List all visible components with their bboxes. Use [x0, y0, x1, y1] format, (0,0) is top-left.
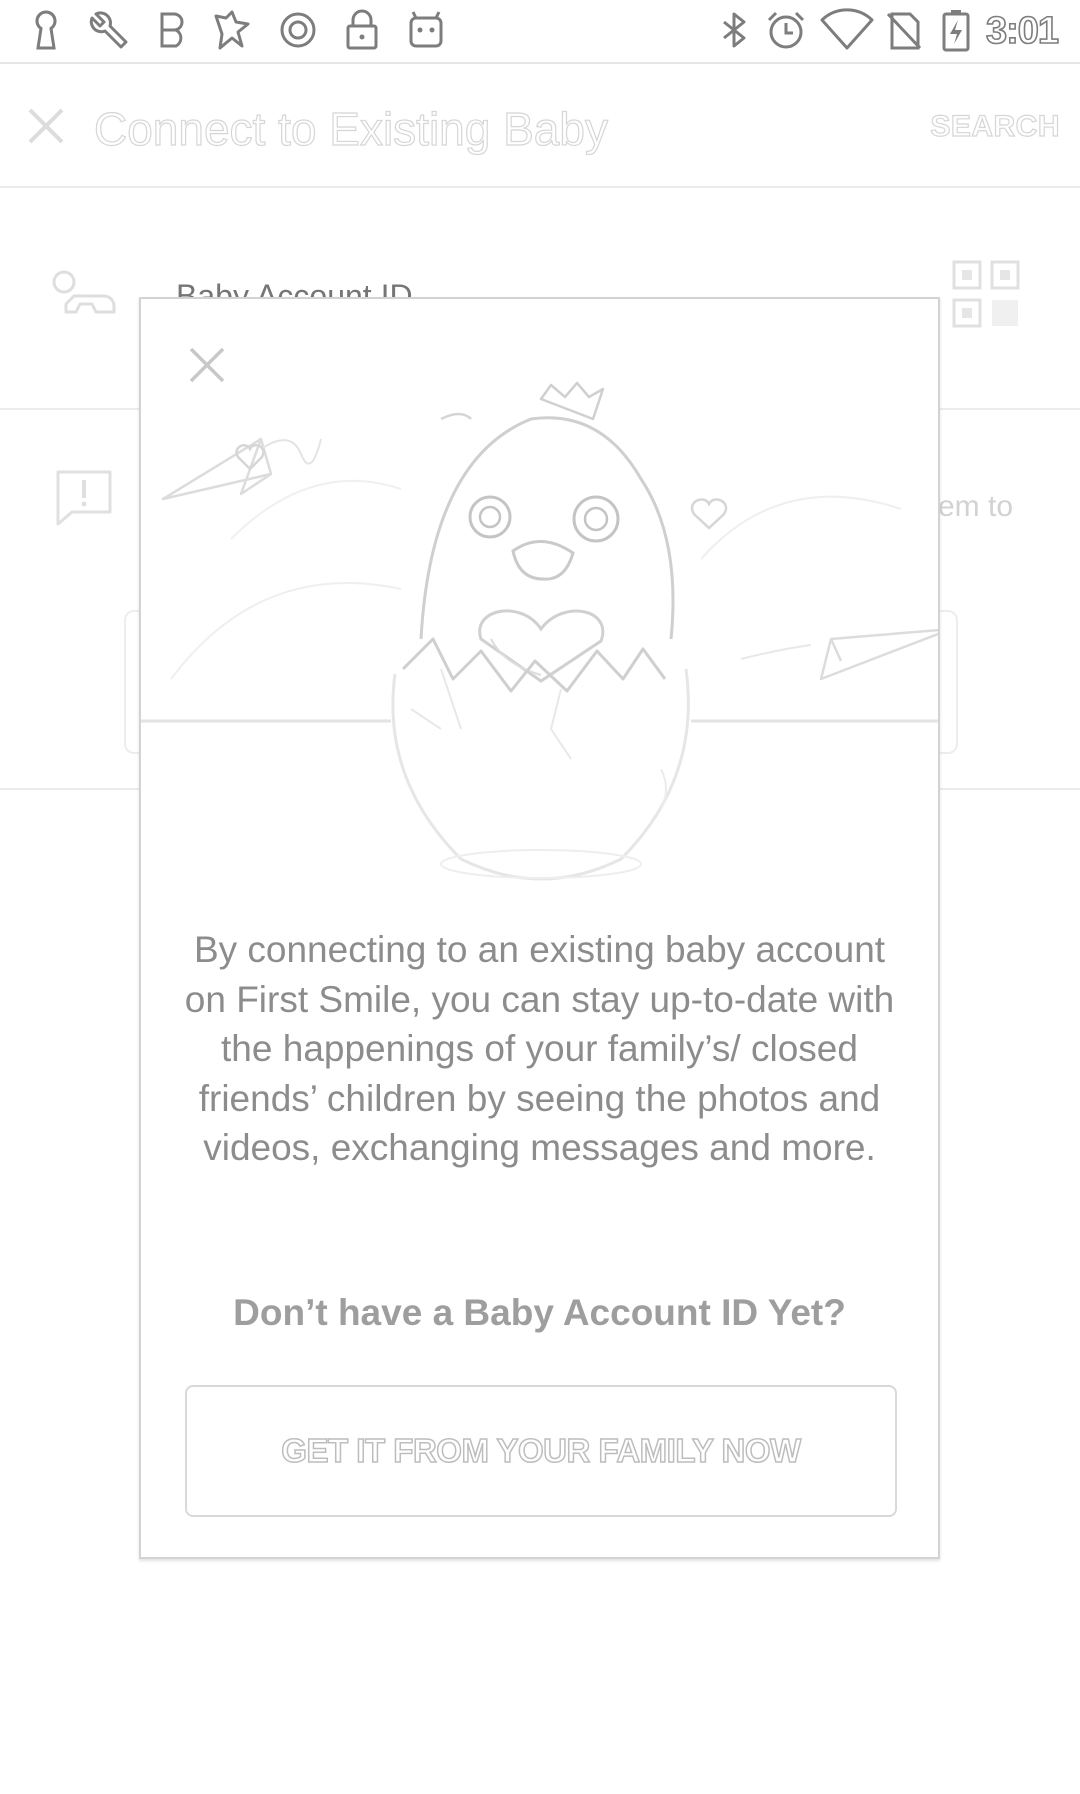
- page-title: Connect to Existing Baby: [93, 102, 608, 155]
- status-bar: 3:01: [0, 0, 1080, 64]
- app-toolbar: Connect to Existing Baby SEARCH: [0, 64, 1080, 188]
- get-id-from-family-button[interactable]: GET IT FROM YOUR FAMILY NOW: [185, 1385, 897, 1517]
- battery-charging-icon: [942, 10, 970, 52]
- status-time: 3:01: [985, 9, 1060, 53]
- qr-code-icon[interactable]: [950, 258, 1022, 330]
- connect-info-dialog: By connecting to an existing baby accoun…: [139, 297, 940, 1559]
- b-badge-icon: [160, 12, 184, 48]
- get-id-button-label: GET IT FROM YOUR FAMILY NOW: [281, 1431, 802, 1470]
- keyhole-icon: [35, 10, 57, 50]
- fav-icon: [214, 10, 250, 50]
- dialog-description: By connecting to an existing baby accoun…: [184, 929, 895, 1168]
- wifi-icon: [820, 8, 874, 50]
- no-sim-icon: [886, 12, 922, 50]
- wrench-icon: [89, 11, 128, 49]
- message-alert-icon: [56, 470, 112, 526]
- crawling-baby-icon: [52, 270, 116, 314]
- lock-icon: [346, 9, 378, 50]
- alarm-icon: [767, 11, 805, 49]
- partial-text: em to: [938, 490, 1014, 523]
- bluetooth-icon: [723, 12, 746, 48]
- android-icon: [409, 11, 443, 48]
- search-button[interactable]: SEARCH: [930, 109, 1060, 144]
- dialog-question: Don’t have a Baby Account ID Yet?: [233, 1292, 846, 1333]
- circle-icon: [280, 12, 316, 48]
- close-icon[interactable]: [24, 104, 68, 148]
